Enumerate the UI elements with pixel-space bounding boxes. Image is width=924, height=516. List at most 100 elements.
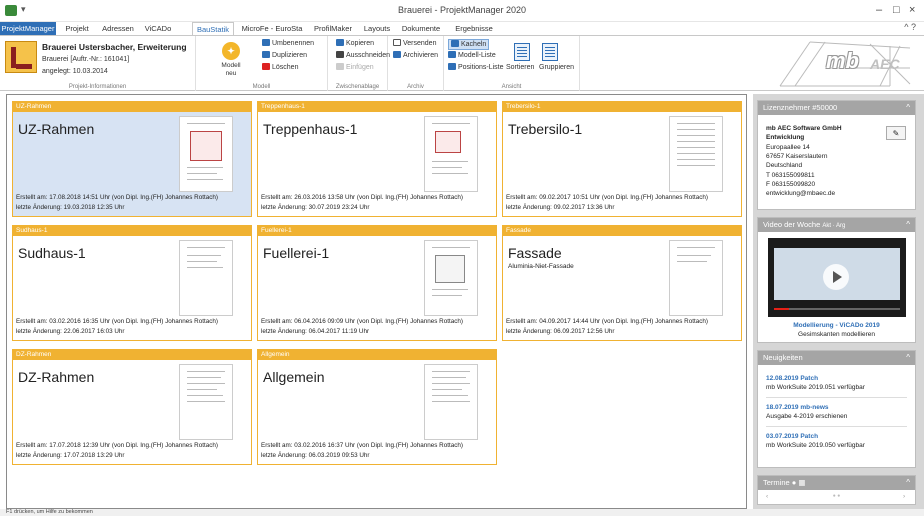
play-icon[interactable] xyxy=(823,264,849,290)
sort-button[interactable]: Sortieren xyxy=(506,63,534,72)
model-card-fassade[interactable]: Fassade Fassade Aluminia-Niet-Fassade Er… xyxy=(502,225,742,341)
cut-icon xyxy=(336,51,344,58)
close-button[interactable]: × xyxy=(909,4,915,16)
window-title: Brauerei - ProjektManager 2020 xyxy=(397,5,527,15)
delete-label: Löschen xyxy=(272,64,299,71)
video-header[interactable]: Video der Woche Akt · Arg ^ xyxy=(758,218,915,232)
tab-ergebnisse[interactable]: Ergebnisse xyxy=(452,22,496,35)
news-item-text: mb WorkSuite 2019.050 verfügbar xyxy=(766,442,865,449)
license-header-label: Lizenznehmer #50000 xyxy=(763,103,838,112)
video-progress-bar[interactable] xyxy=(774,308,900,310)
group-button[interactable]: Gruppieren xyxy=(539,63,574,72)
video-header-label: Video der Woche xyxy=(763,220,821,229)
card-created: Erstellt am: 26.03.2016 13:58 Uhr (von D… xyxy=(261,194,463,201)
card-changed: letzte Änderung: 30.07.2019 23:24 Uhr xyxy=(261,204,370,211)
collapse-icon[interactable]: ^ xyxy=(906,101,910,115)
card-header: Treppenhaus-1 xyxy=(258,102,496,112)
card-header: Trebersilo-1 xyxy=(503,102,741,112)
video-tabs[interactable]: Akt · Arg xyxy=(822,223,845,229)
model-card-sudhaus-1[interactable]: Sudhaus-1 Sudhaus-1 Erstellt am: 03.02.2… xyxy=(12,225,252,341)
maximize-button[interactable]: □ xyxy=(893,4,900,16)
calendar-icon: ▦ xyxy=(798,478,806,487)
news-item-title[interactable]: 12.08.2019 Patch xyxy=(766,375,818,382)
tab-microfe[interactable]: MicroFe - EuroSta xyxy=(240,22,304,35)
minimize-button[interactable]: – xyxy=(876,4,882,16)
tab-layouts[interactable]: Layouts xyxy=(360,22,394,35)
model-card-fuellerei-1[interactable]: Fuellerei-1 Fuellerei-1 Erstellt am: 06.… xyxy=(257,225,497,341)
delete-button[interactable]: Löschen xyxy=(262,63,298,72)
carousel-dots[interactable]: ● ● xyxy=(758,493,915,499)
news-item-title[interactable]: 18.07.2019 mb-news xyxy=(766,404,829,411)
tab-projektmanager[interactable]: ProjektManager xyxy=(0,22,56,35)
mail-icon xyxy=(393,39,401,46)
model-card-uz-rahmen[interactable]: UZ-Rahmen UZ-Rahmen Erstellt am: 17.08.2… xyxy=(12,101,252,217)
card-header: UZ-Rahmen xyxy=(13,102,251,112)
news-item-title[interactable]: 03.07.2019 Patch xyxy=(766,433,818,440)
group-modell: ✦ Modell neu Umbenennen Duplizieren Lösc… xyxy=(196,36,328,91)
cut-button[interactable]: Ausschneiden xyxy=(336,51,390,60)
collapse-icon[interactable]: ^ xyxy=(906,476,910,490)
termine-header[interactable]: Termine ● ▦ ^ xyxy=(758,476,915,490)
news-item-text: mb WorkSuite 2019.051 verfügbar xyxy=(766,384,865,391)
group-label: Zwischenablage xyxy=(335,84,380,90)
group-icon[interactable] xyxy=(542,43,558,61)
modell-new-button[interactable]: Modell neu xyxy=(216,62,246,78)
archive-button[interactable]: Archivieren xyxy=(393,51,438,60)
help-icon[interactable]: ^ ? xyxy=(904,22,916,32)
list-icon xyxy=(448,51,456,58)
project-logo-icon xyxy=(5,41,37,73)
license-header[interactable]: Lizenznehmer #50000 ^ xyxy=(758,101,915,115)
tab-adressen[interactable]: Adressen xyxy=(98,22,138,35)
card-created: Erstellt am: 04.09.2017 14:44 Uhr (von D… xyxy=(506,318,708,325)
model-card-trebersilo-1[interactable]: Trebersilo-1 Trebersilo-1 Erstellt am: 0… xyxy=(502,101,742,217)
mb-logo-text: mb xyxy=(826,48,859,73)
collapse-icon[interactable]: ^ xyxy=(906,218,910,232)
card-title: UZ-Rahmen xyxy=(18,121,95,137)
position-list-button[interactable]: Positions-Liste xyxy=(448,63,504,72)
license-email[interactable]: entwicklung@mbaec.de xyxy=(766,190,835,197)
ribbon: Brauerei Ustersbacher, Erweiterung Braue… xyxy=(0,35,924,91)
cards-icon xyxy=(451,40,459,47)
card-created: Erstellt am: 03.02.2016 16:37 Uhr (von D… xyxy=(261,442,463,449)
status-bar: F1 drücken, um Hilfe zu bekommen xyxy=(0,509,924,516)
video-player[interactable] xyxy=(768,238,906,317)
copy-icon xyxy=(336,39,344,46)
card-header: DZ-Rahmen xyxy=(13,350,251,360)
cut-label: Ausschneiden xyxy=(346,52,390,59)
edit-pencil-icon[interactable]: ✎ xyxy=(886,126,906,140)
document-thumbnail xyxy=(424,116,478,192)
model-card-dz-rahmen[interactable]: DZ-Rahmen DZ-Rahmen Erstellt am: 17.07.2… xyxy=(12,349,252,465)
paste-button[interactable]: Einfügen xyxy=(336,63,374,72)
video-panel: Video der Woche Akt · Arg ^ Modellierung … xyxy=(757,217,916,343)
archive-label: Archivieren xyxy=(403,52,439,59)
tab-dokumente[interactable]: Dokumente xyxy=(400,22,442,35)
duplicate-button[interactable]: Duplizieren xyxy=(262,51,307,60)
cards-view-button[interactable]: Kacheln xyxy=(448,39,490,50)
news-header[interactable]: Neuigkeiten ^ xyxy=(758,351,915,365)
card-title: Fuellerei-1 xyxy=(263,245,330,261)
tab-vicado[interactable]: ViCADo xyxy=(142,22,174,35)
collapse-icon[interactable]: ^ xyxy=(906,351,910,365)
rename-button[interactable]: Umbenennen xyxy=(262,39,314,48)
send-button[interactable]: Versenden xyxy=(393,39,436,48)
sort-icon[interactable] xyxy=(514,43,530,61)
tab-baustatik[interactable]: BauStatik xyxy=(192,22,234,35)
tab-projekt[interactable]: Projekt xyxy=(62,22,92,35)
card-title: Fassade xyxy=(508,245,562,261)
document-thumbnail xyxy=(179,364,233,440)
video-title-link[interactable]: Modellierung - ViCADo 2019 xyxy=(758,322,915,329)
next-arrow[interactable]: › xyxy=(903,493,905,500)
model-list-button[interactable]: Modell-Liste xyxy=(448,51,496,60)
model-card-treppenhaus-1[interactable]: Treppenhaus-1 Treppenhaus-1 Erstellt am:… xyxy=(257,101,497,217)
termine-panel: Termine ● ▦ ^ ‹ ● ● › xyxy=(757,475,916,505)
position-list-label: Positions-Liste xyxy=(458,64,504,71)
model-card-allgemein[interactable]: Allgemein Allgemein Erstellt am: 03.02.2… xyxy=(257,349,497,465)
video-description: Gesimskanten modellieren xyxy=(798,331,875,338)
modell-new-icon[interactable]: ✦ xyxy=(222,42,240,60)
paste-label: Einfügen xyxy=(346,64,374,71)
tab-profilmaker[interactable]: ProfilMaker xyxy=(310,22,356,35)
cards-label: Kacheln xyxy=(461,41,487,48)
card-changed: letzte Änderung: 06.03.2019 09:53 Uhr xyxy=(261,452,370,459)
copy-button[interactable]: Kopieren xyxy=(336,39,374,48)
card-subtitle: Aluminia-Niet-Fassade xyxy=(508,263,574,270)
